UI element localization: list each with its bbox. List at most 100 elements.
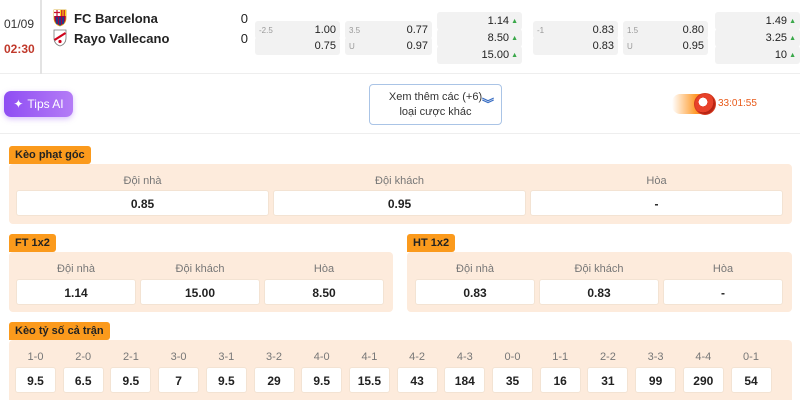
odds-value: 10: [774, 49, 788, 61]
match-time: 02:30: [4, 42, 35, 56]
correct-score-odds[interactable]: 15.5: [348, 367, 390, 393]
ft-under-odds[interactable]: U 0.97: [345, 37, 432, 55]
odds-value: 0.97: [406, 40, 428, 52]
ht-1x2-draw-odds[interactable]: 3.25 ▲: [715, 29, 800, 47]
correct-score-odds[interactable]: 290: [682, 367, 724, 393]
correct-score-panel: 1-0 9.5 2-0 6.5 2-1 9.5 3-0 7 3-1 9.5 3-2 29 4-0 9.5 4…: [9, 340, 792, 400]
correct-score-odds[interactable]: 35: [492, 367, 533, 393]
correct-score-odds[interactable]: 9.5: [301, 367, 343, 393]
ht1x2-section-title: HT 1x2: [407, 234, 456, 252]
correct-score-odds[interactable]: 31: [587, 367, 629, 393]
home-team-name: FC Barcelona: [74, 10, 158, 26]
ht-1x2-home-odds[interactable]: 1.49 ▲: [715, 12, 800, 30]
correct-score-label: 3-2: [266, 351, 282, 363]
correct-score-label: 2-1: [122, 351, 139, 363]
more-markets-button[interactable]: Xem thêm các (+6) loại cược khác ︾: [369, 84, 502, 125]
home-team[interactable]: FC Barcelona 0: [52, 9, 248, 27]
odds-up-icon: ▲: [789, 17, 796, 25]
odds-value: 15.00: [481, 49, 510, 61]
correct-score-label: 1-0: [27, 351, 44, 363]
ft1x2-header-away: Đội khách: [175, 263, 225, 275]
correct-score-odds[interactable]: 6.5: [62, 367, 104, 393]
odds-value: 0.83: [592, 40, 614, 52]
odds-up-icon: ▲: [511, 34, 518, 42]
total-line: 3.5: [349, 25, 361, 35]
tips-ai-label: Tips AI: [27, 97, 64, 111]
corner-panel: Đội nhà Đội khách Hòa 0.85 0.95 -: [9, 164, 792, 224]
correct-score-label: 3-0: [170, 351, 187, 363]
odds-value: 0.80: [682, 24, 704, 36]
correct-score-label: 4-2: [409, 351, 426, 363]
correct-score-label: 2-2: [599, 351, 616, 363]
soccer-ball-icon: [694, 93, 716, 115]
ft1x2-header-draw: Hòa: [313, 263, 335, 275]
correct-score-section-title: Kèo tỷ số cả trận: [9, 322, 110, 340]
match-row: 01/09 02:30 FC Barcelona 0 Rayo Vallecan…: [0, 0, 800, 74]
ft-1x2-away-odds[interactable]: 15.00 ▲: [437, 46, 522, 64]
match-date: 01/09: [4, 17, 35, 31]
handicap-line: -1: [537, 25, 545, 35]
ht1x2-draw-odds[interactable]: -: [663, 279, 783, 305]
correct-score-odds[interactable]: 99: [635, 367, 677, 393]
sparkle-icon: ✦: [13, 97, 24, 111]
odds-up-icon: ▲: [789, 51, 796, 59]
correct-score-label: 4-0: [313, 351, 330, 363]
ht1x2-header-draw: Hòa: [712, 263, 734, 275]
ft1x2-home-odds[interactable]: 1.14: [16, 279, 136, 305]
correct-score-label: 4-1: [361, 351, 378, 363]
ft1x2-away-odds[interactable]: 15.00: [140, 279, 260, 305]
odds-up-icon: ▲: [511, 17, 518, 25]
rayo-vallecano-crest-icon: [53, 29, 67, 47]
total-line: U: [627, 41, 633, 51]
ft1x2-panel: Đội nhà Đội khách Hòa 1.14 15.00 8.50: [9, 252, 393, 312]
correct-score-label: 3-3: [647, 351, 664, 363]
correct-score-odds[interactable]: 16: [539, 367, 581, 393]
corner-header-draw: Hòa: [646, 175, 667, 187]
ht1x2-header-home: Đội nhà: [456, 263, 494, 275]
correct-score-label: 4-3: [456, 351, 473, 363]
odds-value: 3.25: [765, 32, 788, 44]
corner-header-away: Đội khách: [375, 175, 424, 187]
corner-section-title: Kèo phạt góc: [9, 146, 91, 164]
corner-home-odds[interactable]: 0.85: [16, 190, 269, 216]
odds-value: 0.77: [406, 24, 428, 36]
correct-score-label: 0-0: [504, 351, 521, 363]
ht1x2-away-odds[interactable]: 0.83: [539, 279, 659, 305]
total-line: 1.5: [627, 25, 639, 35]
ht-under-odds[interactable]: U 0.95: [623, 37, 708, 55]
live-clock-time: 33:01:55: [718, 98, 757, 109]
corner-away-odds[interactable]: 0.95: [273, 190, 526, 216]
odds-value: 0.83: [592, 24, 614, 36]
odds-value: 1.00: [314, 24, 336, 36]
correct-score-odds[interactable]: 184: [444, 367, 486, 393]
ft-1x2-home-odds[interactable]: 1.14 ▲: [437, 12, 522, 30]
tips-ai-button[interactable]: ✦ Tips AI: [4, 91, 73, 117]
correct-score-odds[interactable]: 9.5: [15, 367, 56, 393]
correct-score-odds[interactable]: 9.5: [205, 367, 247, 393]
correct-score-odds[interactable]: 9.5: [110, 367, 152, 393]
odds-value: 1.14: [487, 15, 510, 27]
ft1x2-draw-odds[interactable]: 8.50: [264, 279, 384, 305]
correct-score-odds[interactable]: 7: [158, 367, 200, 393]
ht-1x2-away-odds[interactable]: 10 ▲: [715, 46, 800, 64]
ft-handicap-away-odds[interactable]: 0.75: [255, 37, 340, 55]
ht1x2-panel: Đội nhà Đội khách Hòa 0.83 0.83 -: [407, 252, 792, 312]
live-clock: 33:01:55: [672, 93, 764, 115]
correct-score-odds[interactable]: 43: [396, 367, 438, 393]
away-team[interactable]: Rayo Vallecano 0: [52, 29, 248, 47]
correct-score-odds[interactable]: 29: [253, 367, 295, 393]
odds-value: 0.95: [682, 40, 704, 52]
corner-draw-odds[interactable]: -: [530, 190, 783, 216]
barcelona-crest-icon: [53, 9, 67, 27]
ft1x2-section-title: FT 1x2: [9, 234, 56, 252]
correct-score-odds[interactable]: 54: [730, 367, 772, 393]
correct-score-label: 1-1: [552, 351, 569, 363]
ht-handicap-away-odds[interactable]: 0.83: [533, 37, 618, 55]
odds-value: 1.49: [765, 15, 788, 27]
total-line: U: [349, 41, 355, 51]
section-divider: [0, 133, 800, 134]
ht1x2-home-odds[interactable]: 0.83: [415, 279, 535, 305]
correct-score-label: 3-1: [218, 351, 235, 363]
ft-1x2-draw-odds[interactable]: 8.50 ▲: [437, 29, 522, 47]
ft1x2-header-home: Đội nhà: [57, 263, 95, 275]
